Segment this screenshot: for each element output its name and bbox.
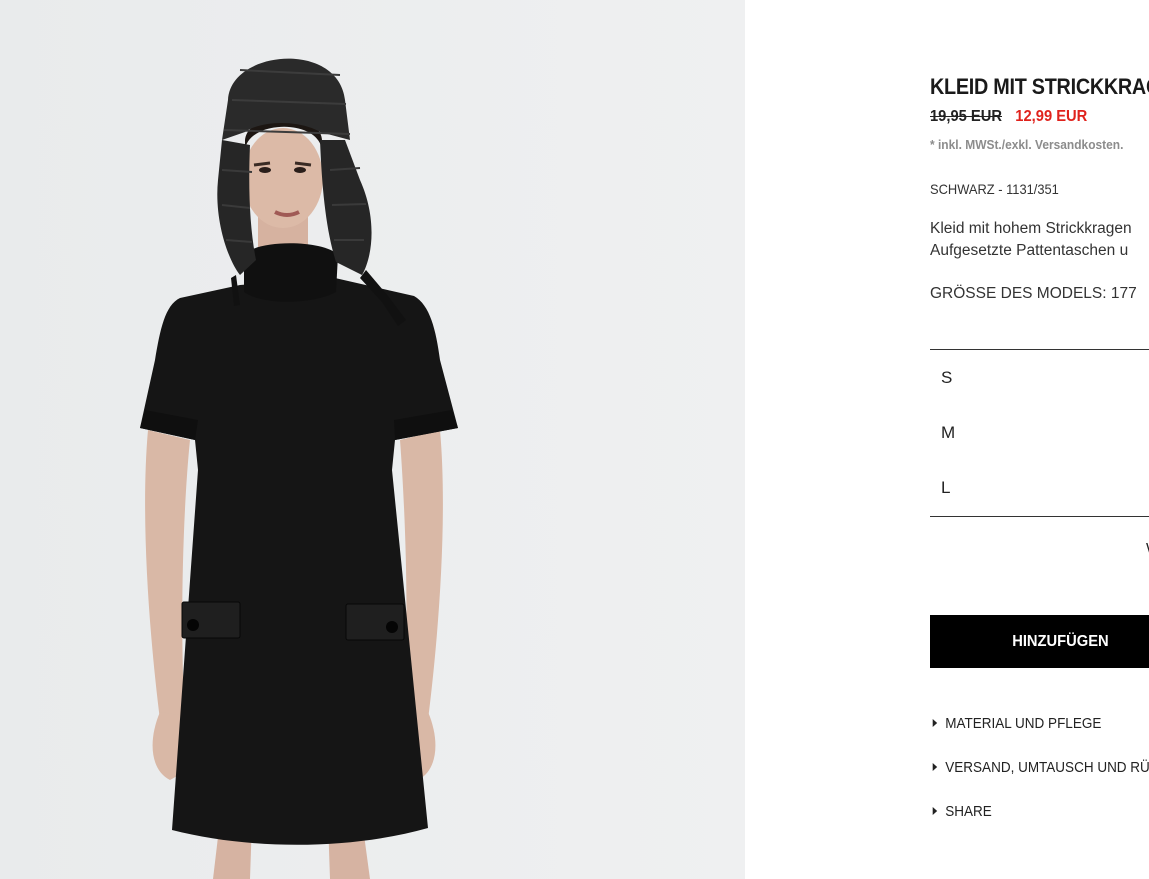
accordion-label: MATERIAL UND PFLEGE <box>945 715 1102 732</box>
product-photo <box>0 0 745 879</box>
size-option-l[interactable]: L <box>930 460 1149 515</box>
old-price: 19,95 EUR <box>930 108 1003 125</box>
accordion-share[interactable]: SHARE <box>930 803 992 820</box>
product-info-panel: KLEID MIT STRICKKRAGEN 19,95 EUR 12,99 E… <box>930 0 1149 879</box>
accordion-material-care[interactable]: MATERIAL UND PFLEGE <box>930 715 1101 732</box>
color-reference: SCHWARZ - 1131/351 <box>930 181 1059 197</box>
size-option-s[interactable]: S <box>930 350 1149 405</box>
accordion-label: VERSAND, UMTAUSCH UND RÜCKGABE <box>945 759 1149 776</box>
price-row: 19,95 EUR 12,99 EUR <box>930 108 1087 126</box>
size-selector: S M L <box>930 349 1149 517</box>
accordion-shipping-returns[interactable]: VERSAND, UMTAUSCH UND RÜCKGABE <box>930 759 1149 776</box>
product-description: Kleid mit hohem Strickkragen Aufgesetzte… <box>930 218 1132 262</box>
caret-right-icon <box>932 763 938 771</box>
accordion-label: SHARE <box>945 803 992 820</box>
model-size-info: GRÖSSE DES MODELS: 177 <box>930 285 1137 302</box>
description-line: Kleid mit hohem Strickkragen <box>930 220 1132 237</box>
add-to-cart-label: HINZUFÜGEN <box>1011 633 1109 650</box>
sale-price: 12,99 EUR <box>1015 108 1088 125</box>
description-line: Aufgesetzte Pattentaschen u <box>930 242 1129 259</box>
caret-right-icon <box>932 719 938 727</box>
model-wearing-dress-image <box>0 0 745 879</box>
product-title: KLEID MIT STRICKKRAGEN <box>930 74 1149 99</box>
add-to-cart-button[interactable]: HINZUFÜGEN <box>930 615 1149 668</box>
size-option-m[interactable]: M <box>930 405 1149 460</box>
caret-right-icon <box>932 807 938 815</box>
tax-note: * inkl. MWSt./exkl. Versandkosten. <box>930 137 1124 152</box>
